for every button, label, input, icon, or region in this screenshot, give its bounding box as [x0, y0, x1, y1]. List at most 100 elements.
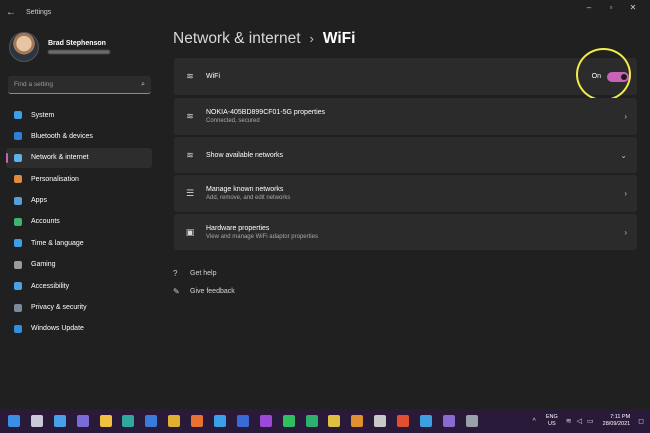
sidebar-item-globe[interactable]: Time & language: [6, 233, 152, 253]
firefox-icon[interactable]: [191, 415, 204, 427]
get-help-label: Get help: [190, 270, 217, 277]
sidebar-item-system[interactable]: System: [6, 105, 152, 125]
known-networks-card[interactable]: ☰ Manage known networks Add, remove, and…: [174, 175, 637, 212]
notification-icon[interactable]: ◻: [638, 417, 644, 425]
teams-icon[interactable]: [76, 415, 89, 427]
language-code: ENG: [545, 414, 558, 420]
globe-icon: [14, 239, 22, 248]
accessibility-icon: [14, 282, 22, 291]
sidebar-item-label: Personalisation: [31, 175, 79, 183]
get-help-link[interactable]: ? Get help: [173, 269, 216, 278]
sidebar-item-accessibility[interactable]: Accessibility: [6, 276, 152, 296]
battery-icon[interactable]: ▭: [587, 417, 594, 425]
available-networks-card[interactable]: ≋ Show available networks ⌄: [174, 137, 637, 173]
app-title: Settings: [26, 8, 52, 16]
system-icon: [14, 111, 22, 119]
spotify-icon[interactable]: [282, 415, 295, 427]
sidebar-item-accounts[interactable]: Accounts: [6, 212, 152, 232]
sidebar-item-brush[interactable]: Personalisation: [6, 169, 152, 189]
search-input[interactable]: Find a setting ⌕: [8, 76, 151, 94]
sidebar-item-update[interactable]: Windows Update: [6, 319, 152, 339]
minimize-button[interactable]: –: [578, 0, 600, 14]
region-code: US: [547, 421, 556, 427]
wifi-secured-icon: ≋: [186, 111, 194, 121]
list-icon: ☰: [185, 188, 195, 198]
window-controls: – ▫ ✕: [578, 0, 644, 14]
apps-icon: [14, 196, 22, 205]
chip-icon: ▣: [185, 226, 195, 237]
brave-icon[interactable]: [397, 415, 410, 427]
volume-icon[interactable]: ◁: [577, 417, 582, 425]
clock-date: 28/09/2021: [602, 421, 631, 427]
sidebar-item-label: Accessibility: [31, 282, 70, 290]
network-icon: [14, 153, 22, 162]
telegram-icon[interactable]: [420, 415, 433, 427]
sidebar-item-label: Network & internet: [31, 154, 89, 162]
network-properties-subtitle: Connected, secured: [206, 118, 260, 124]
taskbar-apps: [8, 415, 489, 427]
sidebar-item-label: Windows Update: [31, 325, 84, 333]
profile-email-blurred: [48, 50, 110, 54]
search-placeholder: Find a setting: [14, 81, 54, 88]
accounts-icon: [14, 217, 22, 226]
sidebar-item-label: Time & language: [31, 239, 84, 247]
task-view-icon[interactable]: [53, 415, 66, 427]
search-taskbar-icon[interactable]: [30, 415, 43, 427]
feedback-icon: ✎: [173, 287, 180, 296]
update-icon: [14, 324, 22, 333]
wifi-title: WiFi: [206, 73, 220, 80]
app-yellow-icon[interactable]: [328, 415, 341, 427]
search-icon: ⌕: [141, 80, 145, 88]
app-tile-icon[interactable]: [374, 415, 387, 427]
network-properties-card[interactable]: ≋ NOKIA-405BD899CF01-5G properties Conne…: [174, 98, 637, 135]
wifi-icon: ≋: [186, 71, 194, 81]
app-green-icon[interactable]: [305, 415, 318, 427]
brush-icon: [14, 175, 22, 184]
network-properties-title: NOKIA-405BD899CF01-5G properties: [206, 109, 326, 116]
give-feedback-link[interactable]: ✎ Give feedback: [173, 287, 235, 296]
app-orange-icon[interactable]: [351, 415, 364, 427]
known-networks-subtitle: Add, remove, and edit networks: [206, 195, 291, 201]
give-feedback-label: Give feedback: [190, 288, 235, 295]
tray-overflow-icon[interactable]: ^: [533, 418, 536, 425]
clock-time: 7:11 PM: [610, 414, 631, 420]
sidebar-item-label: Accounts: [31, 218, 60, 226]
chrome-icon[interactable]: [168, 415, 181, 427]
maximize-button[interactable]: ▫: [600, 0, 622, 14]
file-explorer-icon[interactable]: [99, 415, 112, 427]
back-button[interactable]: ←: [0, 0, 22, 24]
chevron-down-icon: ⌄: [620, 150, 627, 160]
gaming-icon: [14, 260, 22, 269]
sidebar-item-label: Bluetooth & devices: [31, 132, 93, 140]
toggle-knob: [621, 73, 627, 80]
clock[interactable]: 7:11 PM 28/09/2021: [603, 414, 631, 428]
wifi-toggle-group: On: [575, 47, 631, 101]
sidebar-item-network[interactable]: Network & internet: [6, 147, 152, 168]
hardware-properties-card[interactable]: ▣ Hardware properties View and manage Wi…: [174, 214, 637, 250]
sidebar-item-gaming[interactable]: Gaming: [6, 255, 152, 275]
settings-taskbar-icon[interactable]: [465, 415, 478, 427]
close-button[interactable]: ✕: [622, 0, 644, 14]
language-indicator[interactable]: ENG US: [546, 414, 558, 428]
wifi-tray-icon[interactable]: ≋: [566, 417, 572, 425]
onenote-icon[interactable]: [259, 415, 272, 427]
edge-icon[interactable]: [122, 415, 135, 427]
sidebar-item-shield[interactable]: Privacy & security: [6, 298, 152, 318]
chevron-right-icon: ›: [624, 189, 627, 198]
media-player-icon[interactable]: [442, 415, 455, 427]
title-bar: ← Settings – ▫ ✕: [0, 0, 650, 24]
sidebar-item-bluetooth[interactable]: Bluetooth & devices: [6, 126, 152, 146]
shield-icon: [14, 303, 22, 312]
wifi-toggle[interactable]: [607, 71, 629, 82]
app-blue-icon[interactable]: [214, 415, 227, 427]
sidebar-item-label: System: [31, 111, 55, 119]
store-icon[interactable]: [145, 415, 158, 427]
word-icon[interactable]: [236, 415, 249, 427]
chevron-right-icon: ›: [624, 112, 627, 121]
avatar: [9, 32, 39, 62]
start-icon[interactable]: [8, 415, 20, 427]
user-profile[interactable]: Brad Stephenson: [9, 32, 110, 62]
sidebar-item-apps[interactable]: Apps: [6, 191, 152, 211]
breadcrumb-parent[interactable]: Network & internet: [173, 30, 301, 48]
sidebar-item-label: Privacy & security: [31, 304, 87, 312]
